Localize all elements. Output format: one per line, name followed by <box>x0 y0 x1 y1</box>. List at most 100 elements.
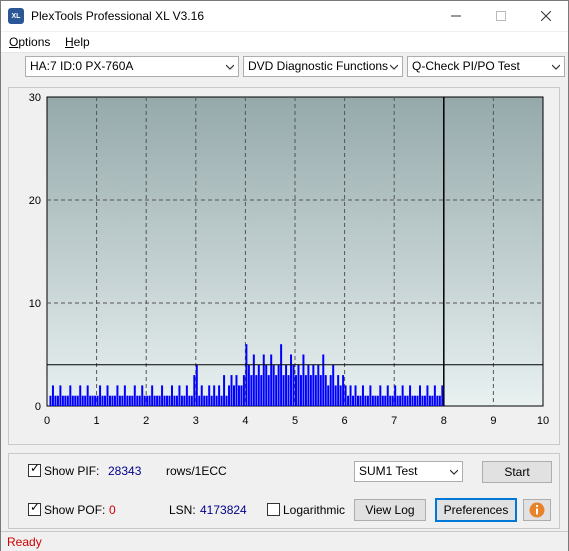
data-bar <box>396 395 399 406</box>
logarithmic-label: Logarithmic <box>283 503 346 517</box>
data-bar <box>334 385 337 406</box>
function-select[interactable]: DVD Diagnostic Functions <box>243 56 403 77</box>
minimize-button[interactable] <box>433 1 478 31</box>
data-bar <box>252 354 255 406</box>
logarithmic-checkbox[interactable] <box>267 503 280 516</box>
view-log-button[interactable]: View Log <box>354 499 426 521</box>
preferences-button[interactable]: Preferences <box>435 498 517 522</box>
data-bar <box>381 395 384 406</box>
title-bar[interactable]: XL PlexTools Professional XL V3.16 <box>1 1 568 31</box>
data-bar <box>406 395 409 406</box>
info-icon <box>529 502 545 518</box>
help-label: elp <box>73 35 90 49</box>
data-bar <box>233 385 235 406</box>
data-bar <box>386 385 389 406</box>
maximize-button[interactable] <box>478 1 523 31</box>
data-bar <box>69 385 72 406</box>
x-tick-label: 5 <box>292 415 298 427</box>
maximize-icon <box>495 11 506 21</box>
data-bar <box>171 385 173 406</box>
x-tick-label: 6 <box>342 415 348 427</box>
data-bar <box>195 364 198 406</box>
data-bar <box>84 395 87 406</box>
data-bar <box>106 385 109 406</box>
data-bar <box>136 395 139 406</box>
data-bar <box>237 385 240 406</box>
data-bar <box>210 395 213 406</box>
data-bar <box>416 395 419 406</box>
data-bar <box>401 385 404 406</box>
data-bar <box>324 375 327 406</box>
data-bar <box>118 395 121 406</box>
data-bar <box>193 375 196 406</box>
checkmark-icon: ✓ <box>30 461 41 475</box>
show-pif-checkbox[interactable]: ✓ <box>28 461 41 477</box>
data-bar <box>304 375 307 406</box>
data-bar <box>277 364 280 406</box>
data-bar <box>374 395 377 406</box>
x-tick-label: 9 <box>490 415 496 427</box>
x-tick-label: 0 <box>44 415 50 427</box>
data-bar <box>262 354 265 406</box>
menu-options[interactable]: Options <box>9 35 50 49</box>
data-bar <box>94 395 97 406</box>
data-bar <box>123 385 126 406</box>
data-bar <box>270 354 273 406</box>
pif-unit: rows/1ECC <box>166 464 227 478</box>
data-bar <box>188 395 191 406</box>
data-bar <box>131 395 134 406</box>
sum-test-select[interactable]: SUM1 Test <box>354 461 463 482</box>
data-bar <box>180 395 183 406</box>
data-bar <box>113 395 116 406</box>
data-bar <box>426 385 429 406</box>
data-bar <box>66 395 69 406</box>
data-bar <box>404 395 407 406</box>
data-bar <box>178 385 181 406</box>
data-bar <box>297 364 300 406</box>
data-bar <box>411 395 414 406</box>
chart-panel: 0 1 2 3 4 5 6 7 8 9 10 0 10 20 30 <box>8 87 560 445</box>
data-bar <box>56 395 59 406</box>
data-bar <box>359 395 362 406</box>
data-bar <box>223 375 226 406</box>
data-bar <box>255 375 258 406</box>
data-bar <box>81 395 84 406</box>
close-button[interactable] <box>523 1 568 31</box>
data-bar <box>431 395 434 406</box>
data-bar <box>175 395 178 406</box>
data-bar <box>379 385 382 406</box>
data-bar <box>213 385 216 406</box>
data-bar <box>319 375 322 406</box>
data-bar <box>409 385 412 406</box>
data-bar <box>153 395 156 406</box>
status-bar: Ready <box>1 531 568 551</box>
x-tick-label: 10 <box>537 415 549 427</box>
data-bar <box>96 395 99 406</box>
info-button[interactable] <box>523 499 551 521</box>
test-select[interactable]: Q-Check PI/PO Test <box>407 56 565 77</box>
data-bar <box>215 395 218 406</box>
data-bar <box>391 395 394 406</box>
data-bar <box>99 385 102 406</box>
data-bar <box>342 375 345 406</box>
data-bar <box>71 395 74 406</box>
lsn-value: 4173824 <box>200 503 247 517</box>
data-bar <box>185 385 188 406</box>
data-bar <box>148 395 151 406</box>
data-bar <box>126 395 129 406</box>
data-bar <box>121 395 124 406</box>
data-bar <box>89 395 92 406</box>
drive-select[interactable]: HA:7 ID:0 PX-760A <box>25 56 239 77</box>
data-bar <box>394 385 397 406</box>
menu-help[interactable]: Help <box>65 35 90 49</box>
data-bar <box>282 375 285 406</box>
show-pof-checkbox[interactable]: ✓ <box>28 501 41 516</box>
data-bar <box>101 395 104 406</box>
data-bar <box>327 385 330 406</box>
data-bar <box>295 375 297 406</box>
data-bar <box>337 375 340 406</box>
data-bar <box>163 395 166 406</box>
start-button[interactable]: Start <box>482 461 552 483</box>
data-bar <box>419 385 421 406</box>
y-axis-ticks: 0 10 20 30 <box>29 92 41 413</box>
